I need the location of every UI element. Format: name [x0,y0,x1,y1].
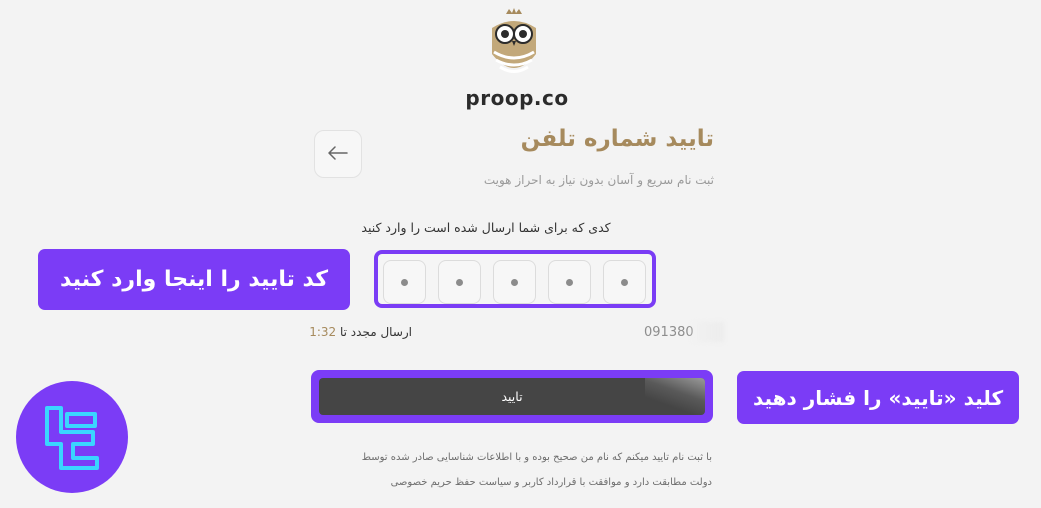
arrow-left-icon [328,145,348,164]
otp-digit-input[interactable] [493,260,536,304]
terms-text-line2: دولت مطابقت دارد و موافقت با قرارداد کار… [390,477,712,488]
otp-digit-input[interactable] [383,260,426,304]
otp-placeholder-dot [456,278,463,286]
otp-placeholder-dot [566,278,573,286]
confirm-button-highlight: تایید [311,370,713,423]
otp-digit-input[interactable] [438,260,481,304]
confirm-button[interactable]: تایید [319,378,705,415]
otp-input-group [374,250,656,308]
brand-logo-text: proop.co [465,86,569,110]
resend-code-link[interactable]: ارسال مجدد تا 1:32 [308,325,412,339]
page-title: تایید شماره تلفن [520,126,714,152]
confirm-button-label: تایید [501,389,523,404]
otp-digit-input[interactable] [603,260,646,304]
watermark-logo-icon [16,381,128,493]
resend-label: ارسال مجدد تا [340,325,412,339]
otp-placeholder-dot [621,278,628,286]
otp-placeholder-dot [511,278,518,286]
owl-logo-icon [486,8,542,88]
button-shine [645,378,705,415]
annotation-enter-code: کد تایید را اینجا وارد کنید [38,249,350,310]
terms-text-line1: با ثبت نام تایید میکنم که نام من صحیح بو… [361,452,712,463]
back-button[interactable] [314,130,362,178]
resend-timer: 1:32 [309,325,337,339]
otp-placeholder-dot [401,278,408,286]
annotation-press-confirm: کلید «تایید» را فشار دهید [737,371,1019,424]
otp-digit-input[interactable] [548,260,591,304]
page-subtitle: ثبت نام سریع و آسان بدون نیاز به احراز ه… [483,173,714,187]
code-prompt: کدی که برای شما ارسال شده است را وارد کن… [361,220,611,235]
phone-number-blur [690,322,724,342]
